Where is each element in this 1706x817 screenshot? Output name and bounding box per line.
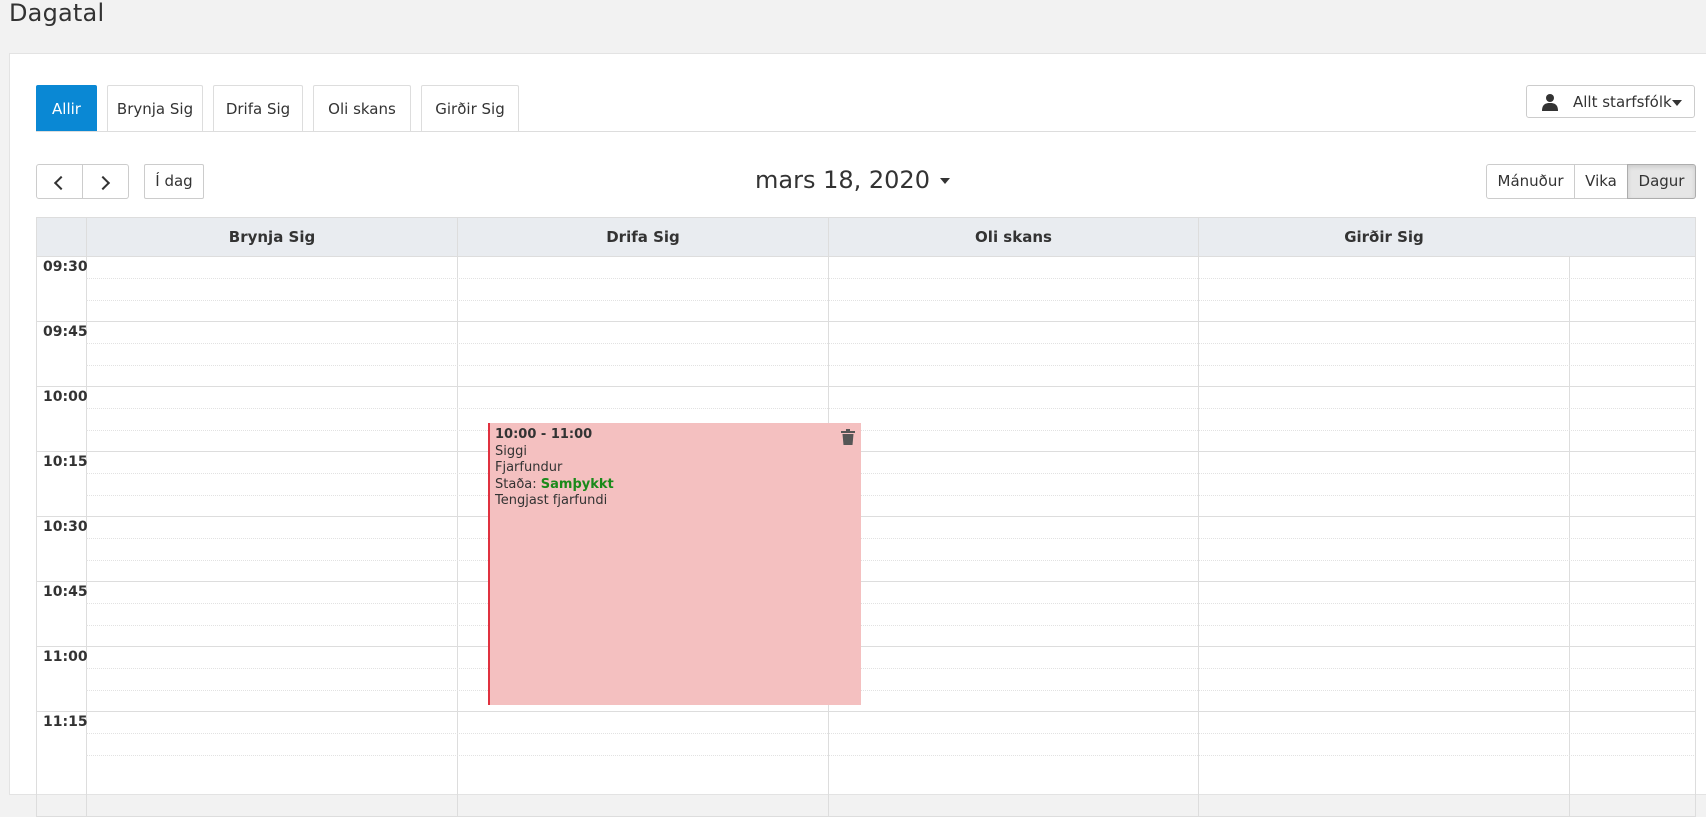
- slot-subline: [86, 343, 1695, 344]
- slot-line: [37, 386, 1695, 387]
- slot-subline: [86, 538, 1695, 539]
- tab-drifa-sig[interactable]: Drifa Sig: [213, 85, 303, 131]
- chevron-down-icon: [1672, 100, 1682, 106]
- chevron-right-icon: [95, 175, 111, 191]
- column-header: Brynja Sig: [86, 218, 457, 256]
- column-divider: [1198, 256, 1199, 816]
- time-label: 11:00: [43, 649, 88, 665]
- calendar-header: Brynja Sig Drifa Sig Oli skans Girðir Si…: [37, 218, 1695, 257]
- page-title: Dagatal: [9, 0, 105, 27]
- slot-line: [37, 516, 1695, 517]
- time-label: 11:15: [43, 714, 88, 730]
- slot-subline: [86, 430, 1695, 431]
- time-label: 09:45: [43, 324, 88, 340]
- event-note: Tengjast fjarfundi: [495, 493, 608, 508]
- time-grid[interactable]: 09:30 09:45 10:00 10:15 10:30 10:45 11:0…: [37, 256, 1695, 816]
- slot-line: [37, 581, 1695, 582]
- slot-subline: [86, 560, 1695, 561]
- date-title-text: mars 18, 2020: [755, 166, 930, 194]
- time-label: 10:30: [43, 519, 88, 535]
- staff-filter-dropdown[interactable]: Allt starfsfólk: [1526, 85, 1695, 118]
- chevron-left-icon: [53, 175, 69, 191]
- event-client-name: Siggi: [495, 443, 527, 459]
- tabs-divider: [36, 131, 1696, 132]
- trash-icon[interactable]: [841, 429, 855, 445]
- event-time: 10:00 - 11:00: [495, 427, 593, 442]
- staff-filter-label: Allt starfsfólk: [1573, 93, 1672, 111]
- slot-subline: [86, 408, 1695, 409]
- slot-subline: [86, 473, 1695, 474]
- tab-oli-skans[interactable]: Oli skans: [313, 85, 411, 131]
- next-button[interactable]: [82, 164, 129, 199]
- tab-brynja-sig[interactable]: Brynja Sig: [107, 85, 203, 131]
- today-button[interactable]: Í dag: [144, 164, 204, 199]
- day-calendar-grid: Brynja Sig Drifa Sig Oli skans Girðir Si…: [36, 217, 1696, 817]
- event-status-value: Samþykkt: [540, 476, 614, 492]
- calendar-panel: Allir Brynja Sig Drifa Sig Oli skans Gir…: [9, 53, 1706, 817]
- appointment-event[interactable]: 10:00 - 11:00 Siggi Fjarfundur Staða: Sa…: [488, 423, 861, 705]
- slot-subline: [86, 690, 1695, 691]
- slot-line: [37, 711, 1695, 712]
- view-month-button[interactable]: Mánuður: [1486, 164, 1575, 199]
- event-status-label: Staða:: [495, 476, 537, 492]
- date-nav-group: [36, 164, 129, 199]
- slot-line: [37, 646, 1695, 647]
- column-header: Drifa Sig: [457, 218, 828, 256]
- slot-subline: [86, 300, 1695, 301]
- time-label: 09:30: [43, 259, 88, 275]
- column-header: Girðir Sig: [1198, 218, 1569, 256]
- column-divider: [457, 256, 458, 816]
- time-label: 10:45: [43, 584, 88, 600]
- date-picker-title[interactable]: mars 18, 2020: [755, 166, 950, 194]
- slot-subline: [86, 603, 1695, 604]
- time-label: 10:00: [43, 389, 88, 405]
- slot-line: [37, 451, 1695, 452]
- view-week-button[interactable]: Vika: [1574, 164, 1628, 199]
- tab-allir[interactable]: Allir: [36, 85, 97, 132]
- time-label: 10:15: [43, 454, 88, 470]
- column-divider: [86, 256, 87, 816]
- slot-subline: [86, 733, 1695, 734]
- slot-subline: [86, 495, 1695, 496]
- slot-line: [37, 321, 1695, 322]
- view-day-button[interactable]: Dagur: [1627, 164, 1696, 199]
- slot-subline: [86, 755, 1695, 756]
- user-icon: [1542, 94, 1558, 111]
- staff-tabs: Allir Brynja Sig Drifa Sig Oli skans Gir…: [36, 85, 1706, 132]
- slot-subline: [86, 625, 1695, 626]
- slot-subline: [86, 668, 1695, 669]
- event-type: Fjarfundur: [495, 460, 563, 475]
- column-header: Oli skans: [828, 218, 1198, 256]
- slot-subline: [86, 365, 1695, 366]
- prev-button[interactable]: [36, 164, 83, 199]
- column-divider: [1569, 256, 1570, 816]
- event-status: Staða: Samþykkt: [495, 477, 856, 494]
- tab-girdir-sig[interactable]: Girðir Sig: [421, 85, 519, 131]
- chevron-down-icon: [939, 178, 950, 184]
- slot-subline: [86, 278, 1695, 279]
